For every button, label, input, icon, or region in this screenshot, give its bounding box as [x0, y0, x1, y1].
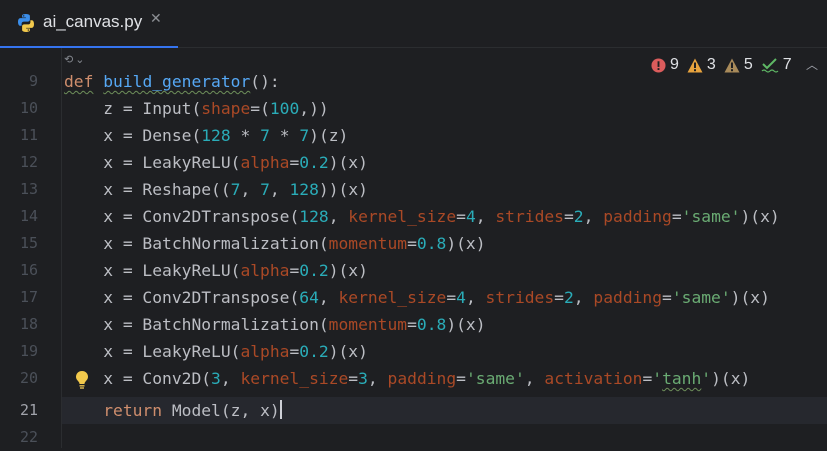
line-number: 13: [19, 180, 38, 198]
line-number: 22: [19, 428, 38, 446]
code-line-11[interactable]: 11 x = Dense(128 * 7 * 7)(z): [0, 122, 827, 149]
code-text: x = LeakyReLU(alpha=0.2)(x): [103, 153, 368, 172]
code-line-18[interactable]: 18 x = BatchNormalization(momentum=0.8)(…: [0, 311, 827, 338]
code-text: x = Dense(128 * 7 * 7)(z): [103, 126, 349, 145]
line-number: 17: [19, 288, 38, 306]
code-line-20[interactable]: 20 x = Conv2D(3, kernel_size=3, padding=…: [0, 365, 827, 392]
code-line-21[interactable]: 21 return Model(z, x): [0, 397, 827, 424]
keyword: return: [103, 401, 163, 420]
line-number: 18: [19, 315, 38, 333]
code-text: x = LeakyReLU(alpha=0.2)(x): [103, 261, 368, 280]
code-text: x = Reshape((7, 7, 128))(x): [103, 180, 368, 199]
line-number: 21: [19, 401, 38, 419]
text-caret: [279, 400, 282, 419]
code-line-16[interactable]: 16 x = LeakyReLU(alpha=0.2)(x): [0, 257, 827, 284]
line-number: 14: [19, 207, 38, 225]
line-number: 19: [19, 342, 38, 360]
refactor-icon: ⟲: [64, 52, 74, 66]
code-token: ():: [250, 72, 280, 91]
code-text: x = BatchNormalization(momentum=0.8)(x): [103, 234, 486, 253]
code-line-22[interactable]: 22: [0, 424, 827, 451]
line-number: 15: [19, 234, 38, 252]
code-editor[interactable]: ⟲ ⌄ 9 3 5 7 ︿ 9 def build_generator(): 1…: [0, 48, 827, 448]
code-line-9[interactable]: 9 def build_generator():: [0, 68, 827, 95]
code-line-12[interactable]: 12 x = LeakyReLU(alpha=0.2)(x): [0, 149, 827, 176]
line-number: 11: [19, 126, 38, 144]
keyword: def: [64, 72, 94, 91]
code-text: x = LeakyReLU(alpha=0.2)(x): [103, 342, 368, 361]
line-number: 16: [19, 261, 38, 279]
code-text: x = Conv2DTranspose(128, kernel_size=4, …: [103, 207, 780, 226]
code-text: z = Input(shape=(100,)): [103, 99, 329, 118]
code-text: x = BatchNormalization(momentum=0.8)(x): [103, 315, 486, 334]
code-text: def build_generator():: [64, 68, 280, 95]
chevron-down-icon: ⌄: [75, 52, 85, 66]
line-number: 10: [19, 99, 38, 117]
code-line-13[interactable]: 13 x = Reshape((7, 7, 128))(x): [0, 176, 827, 203]
code-text: x = Conv2D(3, kernel_size=3, padding='sa…: [103, 369, 751, 388]
function-name: build_generator: [103, 72, 251, 91]
code-text: return Model(z, x): [103, 400, 282, 420]
code-line-19[interactable]: 19 x = LeakyReLU(alpha=0.2)(x): [0, 338, 827, 365]
code-line-10[interactable]: 10 z = Input(shape=(100,)): [0, 95, 827, 122]
line-number: 9: [28, 72, 38, 90]
code-line-14[interactable]: 14 x = Conv2DTranspose(128, kernel_size=…: [0, 203, 827, 230]
tab-ai-canvas[interactable]: ai_canvas.py ✕: [0, 0, 178, 49]
code-line-17[interactable]: 17 x = Conv2DTranspose(64, kernel_size=4…: [0, 284, 827, 311]
code-text: x = Conv2DTranspose(64, kernel_size=4, s…: [103, 288, 770, 307]
editor-tab-bar: ai_canvas.py ✕: [0, 0, 827, 49]
line-number: 20: [19, 369, 38, 387]
line-number: 12: [19, 153, 38, 171]
close-icon[interactable]: ✕: [150, 11, 162, 27]
code-vision-hint[interactable]: ⟲ ⌄: [64, 50, 84, 68]
code-line-15[interactable]: 15 x = BatchNormalization(momentum=0.8)(…: [0, 230, 827, 257]
tab-label: ai_canvas.py: [43, 12, 143, 31]
python-file-icon: [18, 14, 34, 32]
